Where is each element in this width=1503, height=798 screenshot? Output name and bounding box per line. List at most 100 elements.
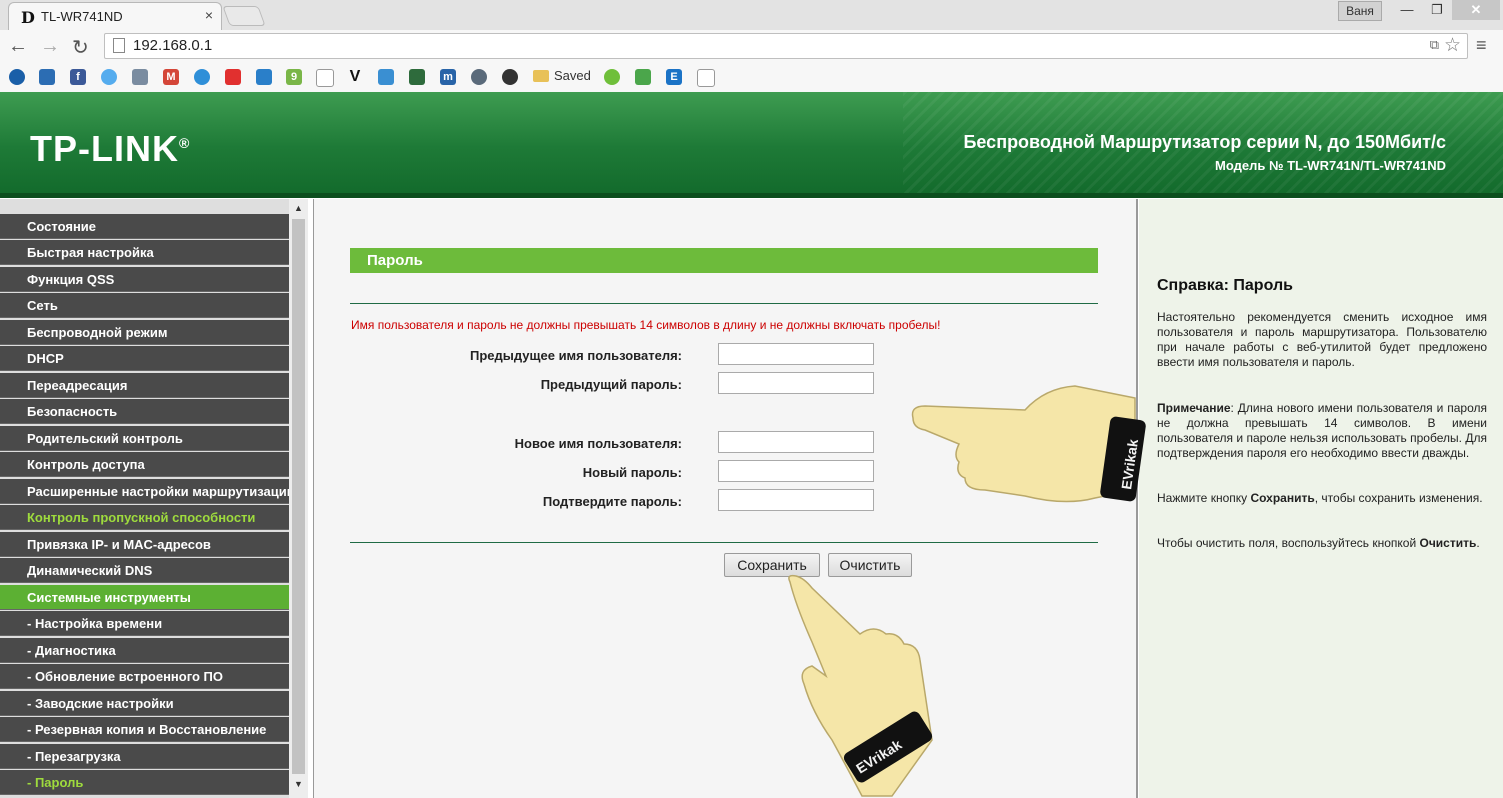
sidebar-item-access-control[interactable]: Контроль доступа: [0, 452, 289, 477]
sidebar-item-wireless[interactable]: Беспроводной режим: [0, 320, 289, 345]
sidebar-item-diagnostics[interactable]: - Диагностика: [0, 638, 289, 663]
new-password-field[interactable]: [718, 460, 874, 482]
help-save-text-end: , чтобы сохранить изменения.: [1314, 491, 1483, 505]
bookmark-v-icon[interactable]: V: [347, 69, 363, 85]
help-save-text: Нажмите кнопку: [1157, 491, 1251, 505]
sidebar-item-bandwidth-control[interactable]: Контроль пропускной способности: [0, 505, 289, 530]
bookmark-crab-icon[interactable]: [502, 69, 518, 85]
url-text[interactable]: 192.168.0.1: [133, 37, 212, 54]
sidebar-item-security[interactable]: Безопасность: [0, 399, 289, 424]
sidebar-item-parental-control[interactable]: Родительский контроль: [0, 426, 289, 451]
bookmark-android-icon[interactable]: [604, 69, 620, 85]
bookmark-star-icon[interactable]: ☆: [1444, 34, 1461, 57]
sidebar-item-quick-setup[interactable]: Быстрая настройка: [0, 240, 289, 265]
old-password-label: Предыдущий пароль:: [540, 377, 682, 392]
profile-badge[interactable]: Ваня: [1338, 1, 1382, 21]
sidebar-menu: Состояние Быстрая настройка Функция QSS …: [0, 199, 308, 798]
divider: [350, 303, 1098, 304]
window-close-icon[interactable]: ✕: [1452, 0, 1500, 20]
pointing-hand-overlay-right: EVrikak: [911, 385, 1146, 503]
reload-icon[interactable]: ↻: [72, 35, 89, 60]
browser-tab[interactable]: D TL-WR741ND ×: [8, 2, 222, 31]
sidebar-item-reboot[interactable]: - Перезагрузка: [0, 744, 289, 769]
bookmark-bird-icon[interactable]: [378, 69, 394, 85]
sidebar-item-time-settings[interactable]: - Настройка времени: [0, 611, 289, 636]
tab-close-icon[interactable]: ×: [205, 7, 213, 23]
bookmarks-bar: f M 9 V m Saved E: [0, 62, 1503, 93]
bookmark-page-icon[interactable]: [697, 69, 715, 87]
warning-message: Имя пользователя и пароль не должны прев…: [351, 318, 941, 332]
bookmark-folder-saved[interactable]: Saved: [554, 68, 591, 83]
page-icon: [113, 38, 125, 53]
old-password-field[interactable]: [718, 372, 874, 394]
bookmark-m-icon[interactable]: m: [440, 69, 456, 85]
minimize-icon[interactable]: —: [1392, 0, 1422, 20]
sidebar-scroll-thumb[interactable]: [292, 219, 305, 774]
tab-favicon-icon: D: [21, 8, 35, 27]
bookmark-e-icon[interactable]: E: [666, 69, 682, 85]
sidebar-item-advanced-routing[interactable]: Расширенные настройки маршрутизации: [0, 479, 289, 504]
help-title: Справка: Пароль: [1157, 277, 1293, 294]
new-username-label: Новое имя пользователя:: [514, 436, 682, 451]
logo-registered-mark: ®: [178, 135, 191, 151]
help-save-bold: Сохранить: [1250, 491, 1315, 505]
browser-toolbar: ← → ↻ 192.168.0.1 ⧉ ☆ ≡: [0, 30, 1503, 62]
scroll-up-arrow-icon[interactable]: ▲: [294, 203, 303, 213]
bookmark-lightning-icon[interactable]: [471, 69, 487, 85]
bookmark-delicious-icon[interactable]: [132, 69, 148, 85]
sidebar-item-factory-defaults[interactable]: - Заводские настройки: [0, 691, 289, 716]
address-bar[interactable]: 192.168.0.1 ⧉ ☆: [104, 33, 1468, 59]
sidebar-item-status[interactable]: Состояние: [0, 214, 289, 239]
section-title: Пароль: [350, 248, 1098, 273]
browser-menu-icon[interactable]: ≡: [1476, 35, 1487, 56]
help-paragraph-save: Нажмите кнопку Сохранить, чтобы сохранит…: [1157, 491, 1487, 506]
sidebar-item-network[interactable]: Сеть: [0, 293, 289, 318]
confirm-password-field[interactable]: [718, 489, 874, 511]
help-paragraph-intro: Настоятельно рекомендуется сменить исход…: [1157, 310, 1487, 369]
forward-arrow-icon[interactable]: →: [40, 35, 60, 58]
sidebar-item-ip-mac-binding[interactable]: Привязка IP- и MAC-адресов: [0, 532, 289, 557]
bookmark-dropbox-icon[interactable]: [194, 69, 210, 85]
sidebar-item-system-tools[interactable]: Системные инструменты: [0, 585, 289, 610]
sidebar-item-backup-restore[interactable]: - Резервная копия и Восстановление: [0, 717, 289, 742]
help-paragraph-clear: Чтобы очистить поля, воспользуйтесь кноп…: [1157, 536, 1487, 551]
model-number: Модель № TL-WR741N/TL-WR741ND: [1215, 158, 1446, 173]
new-tab-button[interactable]: [222, 6, 266, 26]
sidebar-item-forwarding[interactable]: Переадресация: [0, 373, 289, 398]
browser-titlebar: D TL-WR741ND × Ваня — ❐ ✕: [0, 0, 1503, 31]
tab-title: TL-WR741ND: [41, 9, 123, 24]
help-paragraph-note: Примечание: Длина нового имени пользоват…: [1157, 401, 1487, 461]
router-header: TP-LINK® Беспроводной Маршрутизатор сери…: [0, 92, 1503, 198]
maximize-icon[interactable]: ❐: [1422, 0, 1452, 20]
bookmark-facebook-icon[interactable]: f: [70, 69, 86, 85]
sidebar-item-ddns[interactable]: Динамический DNS: [0, 558, 289, 583]
new-username-field[interactable]: [718, 431, 874, 453]
bookmark-twitter-icon[interactable]: [101, 69, 117, 85]
sidebar-item-password[interactable]: - Пароль: [0, 770, 289, 795]
sidebar-item-firmware-upgrade[interactable]: - Обновление встроенного ПО: [0, 664, 289, 689]
bookmark-doc-icon[interactable]: [316, 69, 334, 87]
help-clear-text: Чтобы очистить поля, воспользуйтесь кноп…: [1157, 536, 1420, 550]
old-username-field[interactable]: [718, 343, 874, 365]
translate-icon[interactable]: ⧉: [1430, 37, 1439, 53]
folder-icon[interactable]: [533, 70, 549, 82]
back-arrow-icon[interactable]: ←: [8, 35, 28, 58]
bookmark-translate-icon[interactable]: [256, 69, 272, 85]
sidebar-item-qss[interactable]: Функция QSS: [0, 267, 289, 292]
bookmark-pocket-icon[interactable]: [9, 69, 25, 85]
new-password-label: Новый пароль:: [582, 465, 682, 480]
bookmark-mail-icon[interactable]: [635, 69, 651, 85]
bookmark-gmail-icon[interactable]: M: [163, 69, 179, 85]
bookmark-target-icon[interactable]: [225, 69, 241, 85]
bookmark-chat-icon[interactable]: [39, 69, 55, 85]
bookmark-grid-icon[interactable]: [409, 69, 425, 85]
bookmark-99-icon[interactable]: 9: [286, 69, 302, 85]
help-panel: Справка: Пароль Настоятельно рекомендует…: [1139, 199, 1503, 798]
tplink-logo: TP-LINK®: [30, 128, 190, 170]
scroll-down-arrow-icon[interactable]: ▼: [294, 779, 303, 789]
pointing-hand-overlay-bottom: EVrikak: [788, 574, 933, 797]
sidebar-item-dhcp[interactable]: DHCP: [0, 346, 289, 371]
product-title: Беспроводной Маршрутизатор серии N, до 1…: [963, 132, 1446, 152]
old-username-label: Предыдущее имя пользователя:: [470, 348, 682, 363]
help-clear-bold: Очистить: [1419, 536, 1477, 550]
